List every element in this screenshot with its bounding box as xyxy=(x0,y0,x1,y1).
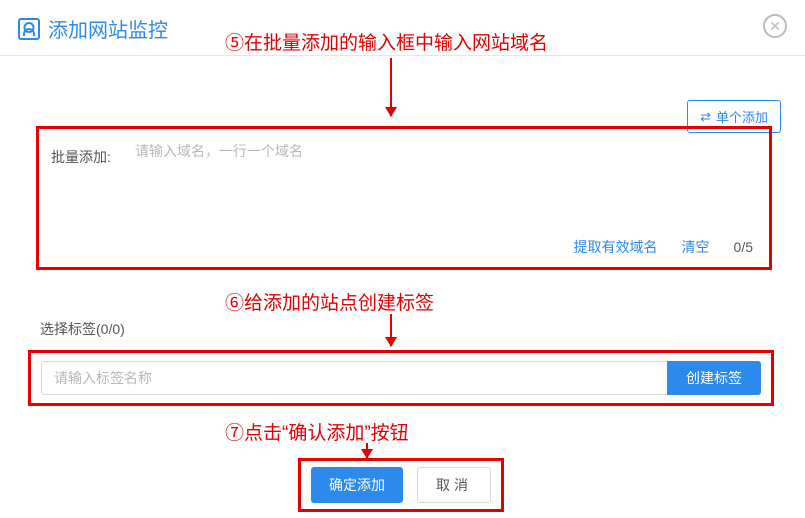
close-button[interactable]: ✕ xyxy=(763,14,787,38)
annotation-step5: ⑤在批量添加的输入框中输入网站域名 xyxy=(225,28,548,55)
domain-count: 0/5 xyxy=(734,239,753,255)
extract-domains-button[interactable]: 提取有效域名 xyxy=(574,237,658,257)
tag-section-label: 选择标签(0/0) xyxy=(40,319,125,339)
annotation-arrow-1 xyxy=(390,58,392,116)
create-tag-button[interactable]: 创建标签 xyxy=(667,361,761,395)
annotation-arrow-2 xyxy=(390,314,392,346)
user-card-icon xyxy=(18,18,40,40)
batch-add-label: 批量添加: xyxy=(51,141,135,167)
close-icon: ✕ xyxy=(769,18,781,35)
confirm-add-button[interactable]: 确定添加 xyxy=(311,467,403,503)
batch-add-section: 批量添加: 提取有效域名 清空 0/5 xyxy=(36,126,772,270)
single-add-label: 单个添加 xyxy=(716,107,768,126)
annotation-arrow-3 xyxy=(366,443,368,458)
cancel-button[interactable]: 取消 xyxy=(417,467,491,503)
clear-button[interactable]: 清空 xyxy=(682,237,710,257)
dialog-title: 添加网站监控 xyxy=(48,14,168,43)
dialog-footer: 确定添加 取消 xyxy=(298,458,504,512)
annotation-step7: ⑦点击“确认添加”按钮 xyxy=(225,418,409,445)
tag-create-section: 创建标签 xyxy=(28,350,774,406)
batch-domain-textarea[interactable] xyxy=(135,141,753,233)
swap-icon: ⇄ xyxy=(700,109,711,125)
annotation-step6: ⑥给添加的站点创建标签 xyxy=(225,288,434,315)
tag-name-input[interactable] xyxy=(41,361,667,395)
